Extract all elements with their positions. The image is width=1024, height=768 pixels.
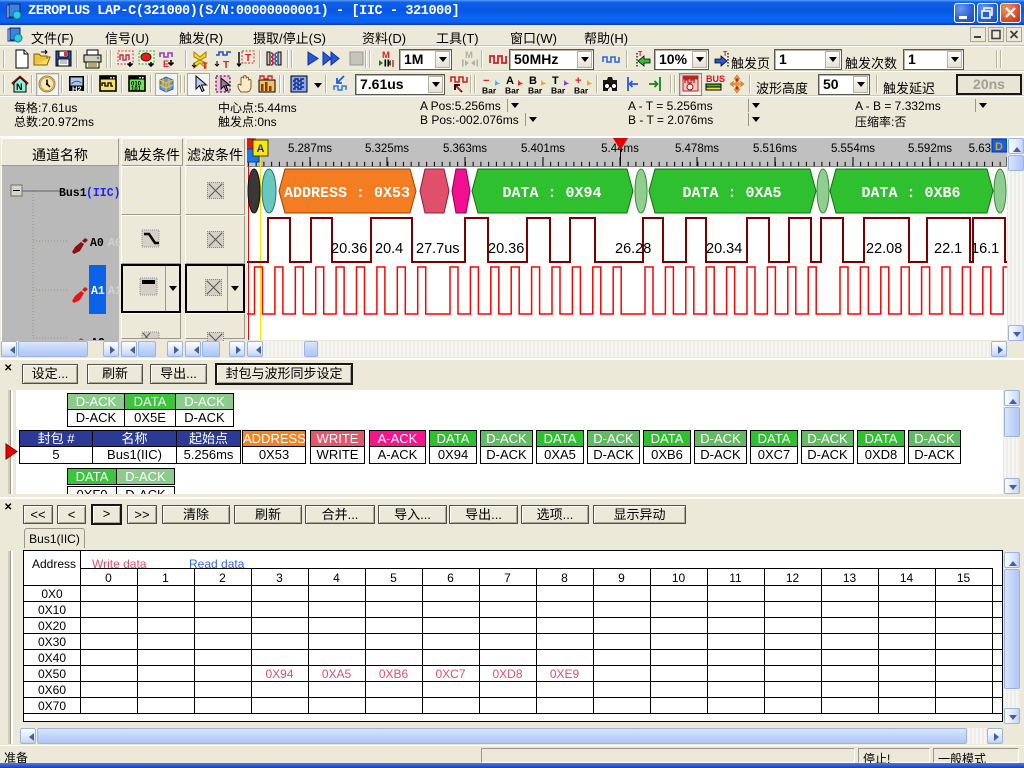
- svg-text:22.1: 22.1: [934, 241, 962, 257]
- svg-text:ADDRESS : 0X53: ADDRESS : 0X53: [284, 185, 410, 202]
- svg-text:22.08: 22.08: [866, 241, 902, 257]
- svg-text:5.363ms: 5.363ms: [443, 143, 487, 155]
- svg-text:T: T: [223, 60, 229, 70]
- svg-text:Bar: Bar: [574, 86, 589, 96]
- svg-text:27.7us: 27.7us: [416, 241, 460, 257]
- svg-text:A2: A2: [91, 337, 105, 340]
- svg-text:5.592ms: 5.592ms: [908, 143, 952, 155]
- svg-text:T: T: [723, 51, 728, 58]
- svg-text:(IIC): (IIC): [86, 187, 120, 200]
- svg-text:DATA : 0XB6: DATA : 0XB6: [861, 185, 960, 202]
- svg-text:20.36: 20.36: [331, 241, 367, 257]
- svg-text:Bar: Bar: [528, 86, 543, 96]
- svg-text:A0: A0: [90, 237, 104, 250]
- svg-text:A1: A1: [108, 285, 120, 298]
- svg-text:Bus1: Bus1: [59, 187, 87, 200]
- svg-text:A0: A0: [108, 237, 120, 250]
- svg-text:5.516ms: 5.516ms: [753, 143, 797, 155]
- svg-text:20.36: 20.36: [488, 241, 524, 257]
- svg-text:5.478ms: 5.478ms: [675, 143, 719, 155]
- svg-text:26.28: 26.28: [615, 241, 651, 257]
- svg-text:5.554ms: 5.554ms: [831, 143, 875, 155]
- svg-text:20.4: 20.4: [375, 241, 403, 257]
- svg-text:5.63: 5.63: [969, 143, 991, 155]
- svg-text:M: M: [465, 50, 473, 61]
- svg-text:Bar: Bar: [505, 86, 520, 96]
- svg-text:H2: H2: [72, 85, 82, 94]
- svg-text:E: E: [163, 59, 169, 69]
- svg-text:T: T: [202, 61, 208, 70]
- svg-text:5.287ms: 5.287ms: [288, 143, 332, 155]
- svg-text:BUS: BUS: [706, 74, 725, 84]
- svg-text:101: 101: [131, 87, 142, 93]
- svg-text:A1: A1: [91, 285, 105, 298]
- svg-text:N: N: [16, 82, 23, 92]
- svg-text:16.1: 16.1: [971, 241, 999, 257]
- svg-text:20.34: 20.34: [706, 241, 742, 257]
- svg-text:Bar: Bar: [482, 86, 497, 96]
- svg-text:DATA : 0X94: DATA : 0X94: [502, 185, 601, 202]
- svg-text:5.325ms: 5.325ms: [365, 143, 409, 155]
- svg-text:DATA : 0XA5: DATA : 0XA5: [682, 185, 781, 202]
- svg-text:Bar: Bar: [551, 86, 566, 96]
- svg-text:A: A: [257, 143, 265, 155]
- svg-text:T: T: [245, 53, 251, 64]
- svg-text:5.401ms: 5.401ms: [521, 143, 565, 155]
- svg-text:D: D: [995, 141, 1003, 153]
- svg-text:M: M: [382, 50, 390, 61]
